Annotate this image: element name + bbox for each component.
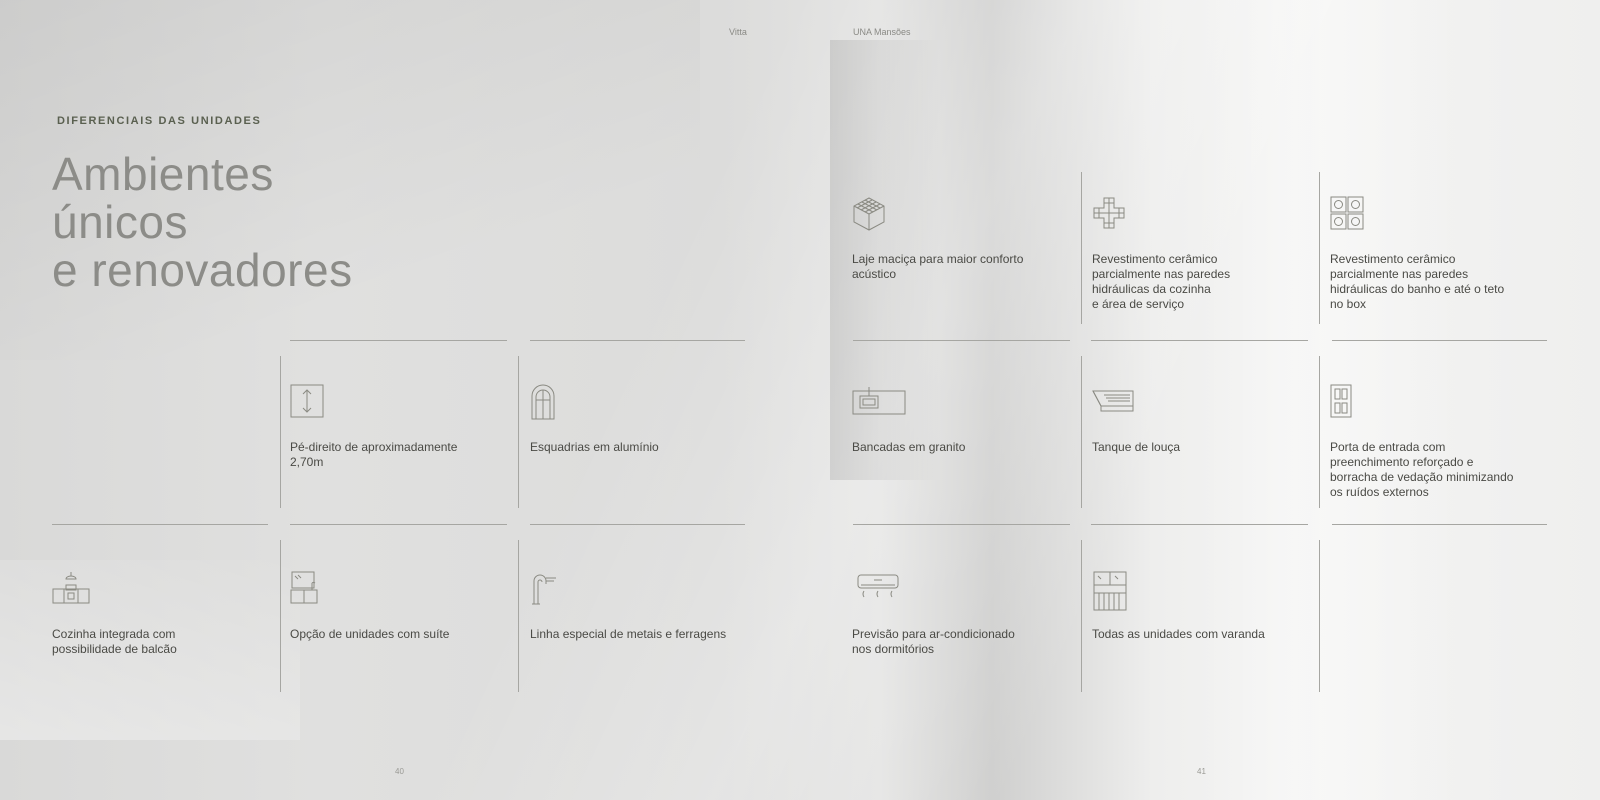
suite-icon	[290, 571, 318, 604]
page-number-right: 41	[1197, 767, 1206, 776]
divider	[1081, 172, 1082, 324]
header-left-title: Vitta	[729, 27, 747, 37]
header-right-title: UNA Mansões	[853, 27, 911, 37]
section-label: DIFERENCIAIS DAS UNIDADES	[57, 115, 262, 127]
divider	[530, 524, 745, 525]
window-icon	[531, 384, 555, 420]
feature-label: Porta de entrada com preenchimento refor…	[1330, 440, 1514, 499]
feature-label: Esquadrias em alumínio	[530, 440, 659, 454]
feature-label: Revestimento cerâmico parcialmente nas p…	[1092, 252, 1231, 311]
headline: Ambientes únicos e renovadores	[52, 150, 353, 294]
divider	[290, 524, 507, 525]
ceiling-height-icon	[290, 384, 324, 418]
countertop-icon	[852, 387, 906, 415]
headline-line-2: únicos	[52, 196, 188, 248]
divider	[1081, 540, 1082, 692]
feature-label: Linha especial de metais e ferragens	[530, 627, 727, 641]
divider	[1332, 340, 1547, 341]
air-conditioner-icon	[857, 574, 899, 598]
balcony-icon	[1093, 571, 1127, 611]
feature-label: Tanque de louça	[1092, 440, 1181, 454]
laundry-tank-icon	[1092, 390, 1134, 412]
slab-icon	[853, 197, 885, 231]
feature-label: Pé-direito de aproximadamente 2,70m	[290, 440, 458, 469]
page-number-left: 40	[395, 767, 404, 776]
headline-line-3: e renovadores	[52, 244, 353, 296]
feature-label: Laje maciça para maior conforto acústico	[852, 252, 1024, 281]
feature-label: Opção de unidades com suíte	[290, 627, 450, 641]
kitchen-icon	[52, 572, 90, 604]
feature-label: Previsão para ar-condicionado nos dormit…	[852, 627, 1015, 656]
divider	[280, 540, 281, 692]
divider	[52, 524, 268, 525]
divider	[1319, 540, 1320, 692]
divider	[1091, 340, 1308, 341]
feature-label: Todas as unidades com varanda	[1092, 627, 1265, 641]
divider	[853, 340, 1070, 341]
feature-label: Revestimento cerâmico parcialmente nas p…	[1330, 252, 1505, 311]
divider	[280, 356, 281, 508]
divider	[530, 340, 745, 341]
divider	[1319, 356, 1320, 508]
divider	[1332, 524, 1547, 525]
divider	[518, 356, 519, 508]
divider	[1319, 172, 1320, 324]
feature-label: Cozinha integrada com possibilidade de b…	[52, 627, 177, 656]
divider	[290, 340, 507, 341]
headline-line-1: Ambientes	[52, 148, 274, 200]
divider	[1091, 524, 1308, 525]
tile-grid-icon	[1093, 197, 1125, 229]
faucet-icon	[532, 574, 556, 605]
door-icon	[1330, 384, 1352, 418]
divider	[853, 524, 1070, 525]
feature-label: Bancadas em granito	[852, 440, 966, 454]
bathroom-tiles-icon	[1330, 196, 1364, 230]
divider	[1081, 356, 1082, 508]
divider	[518, 540, 519, 692]
